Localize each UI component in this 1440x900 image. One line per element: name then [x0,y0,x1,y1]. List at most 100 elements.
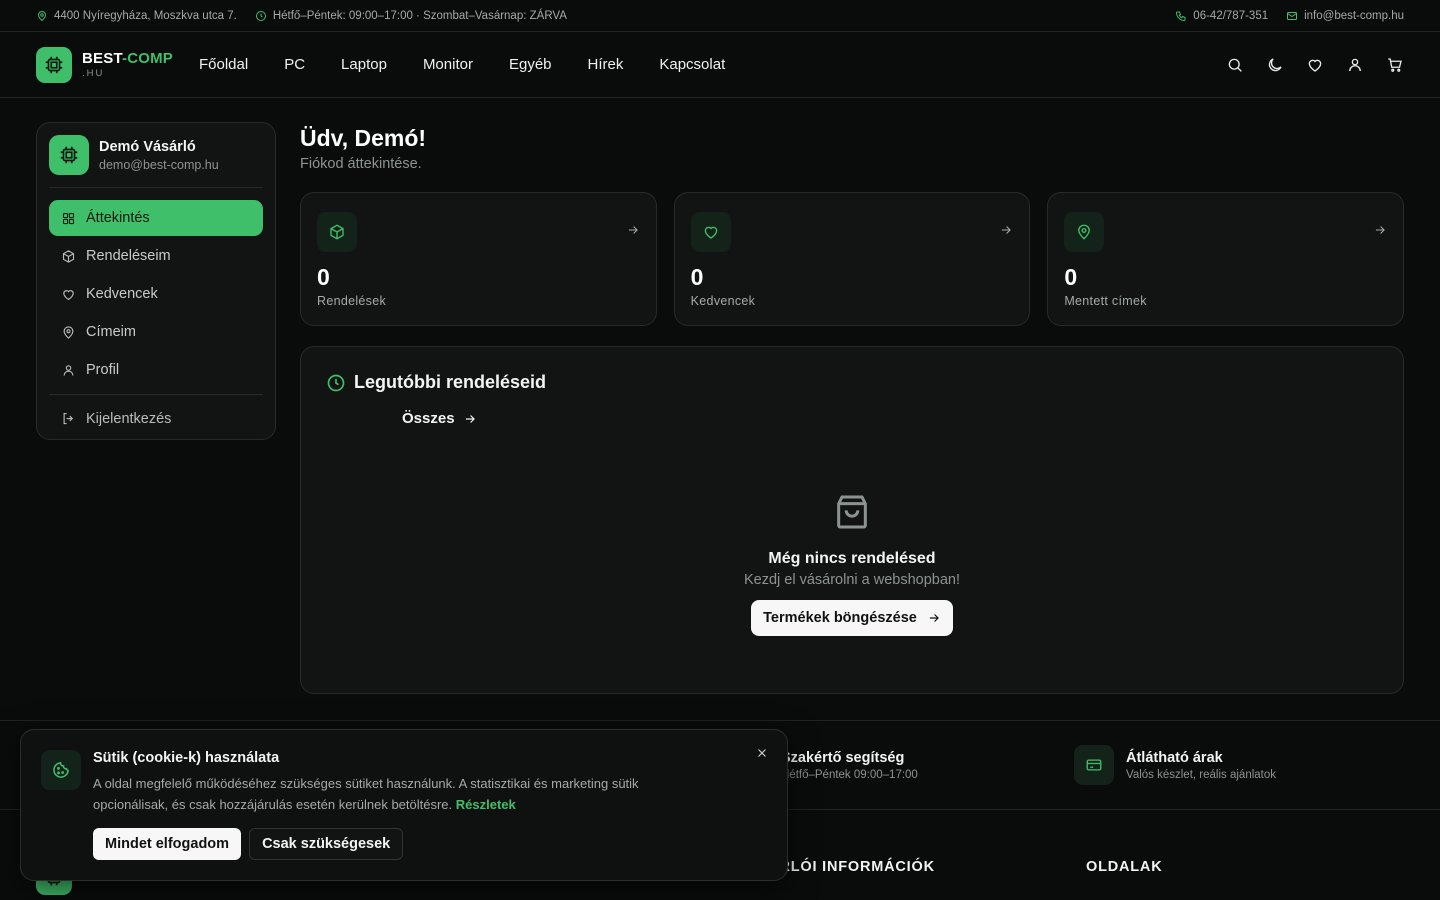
site-logo[interactable]: BEST-COMP .HU [36,46,173,83]
brand-name-b: COMP [127,49,173,67]
sidebar-item-favorites[interactable]: Kedvencek [49,276,263,312]
map-pin-icon [36,10,48,22]
sidebar-item-label: Áttekintés [86,210,150,226]
clock-icon [326,373,346,393]
nav-item-news[interactable]: Hírek [588,56,624,73]
credit-card-icon [1074,745,1114,785]
stat-value: 0 [317,264,330,290]
stat-value: 0 [1064,264,1078,290]
heart-icon[interactable] [1306,56,1324,74]
account-main: Üdv, Demó! Fiókod áttekintése. 0 Rendelé… [300,122,1405,694]
sidebar-item-profile[interactable]: Profil [49,352,263,388]
stat-card-orders[interactable]: 0 Rendelések [300,192,657,326]
logout-button[interactable]: Kijelentkezés [49,394,263,436]
arrow-right-icon [1373,223,1387,237]
user-email: demo@best-comp.hu [99,157,219,172]
nav-item-other[interactable]: Egyéb [509,56,552,73]
cookie-title: Sütik (cookie-k) használata [93,750,280,766]
cookie-text: A oldal megfelelő működéséhez szükséges … [93,776,639,812]
chip-icon [36,46,72,83]
mail-icon [1286,10,1298,22]
browse-products-button[interactable]: Termékek böngészése [751,600,953,636]
nav-item-laptop[interactable]: Laptop [341,56,387,73]
shopping-bag-icon [832,492,872,532]
feature-subtitle: Valós készlet, reális ajánlatok [1126,768,1276,781]
address-text: 4400 Nyíregyháza, Moszkva utca 7. [54,9,237,22]
stats-row: 0 Rendelések 0 Kedvencek 0 Mentett címek [300,192,1405,326]
recent-orders-header: Legutóbbi rendeléseid [326,372,1378,393]
page-title: Üdv, Demó! [300,125,427,151]
close-icon[interactable] [755,746,769,760]
stat-label: Rendelések [317,294,387,308]
sidebar-item-label: Rendeléseim [86,248,171,264]
sidebar-item-overview[interactable]: Áttekintés [49,200,263,236]
nav-item-contact[interactable]: Kapcsolat [659,56,725,73]
feature-subtitle: Hétfő–Péntek 09:00–17:00 [781,768,918,781]
stat-card-addresses[interactable]: 0 Mentett címek [1047,192,1405,326]
email-text: info@best-comp.hu [1304,9,1404,22]
phone-link[interactable]: 06-42/787-351 [1175,10,1268,22]
arrow-right-icon [999,223,1013,237]
recent-orders-title: Legutóbbi rendeléseid [354,372,547,392]
sidebar-item-label: Kedvencek [86,286,158,302]
page-subtitle: Fiókod áttekintése. [300,156,422,172]
feature-title: Szakértő segítség [781,749,905,766]
package-icon [317,212,357,252]
sidebar-menu: Áttekintés Rendeléseim Kedvencek Címeim … [49,200,263,436]
user-icon[interactable] [1346,56,1364,74]
sidebar-item-addresses[interactable]: Címeim [49,314,263,350]
heart-icon [690,212,731,252]
logout-icon [61,411,76,426]
brand-name-a: BEST [82,49,122,67]
cookie-details-link[interactable]: Részletek [456,797,516,812]
feature-transparent-prices: Átlátható árak Valós készlet, reális ajá… [1074,745,1276,785]
avatar [49,135,89,175]
stat-card-favorites[interactable]: 0 Kedvencek [673,192,1031,326]
user-name: Demó Vásárló [99,138,196,155]
main-nav: Főoldal PC Laptop Monitor Egyéb Hírek Ka… [199,56,725,73]
account-sidebar: Demó Vásárló demo@best-comp.hu Áttekinté… [36,122,276,440]
stat-value: 0 [690,264,704,290]
grid-icon [61,211,76,226]
arrow-right-icon [927,611,941,625]
phone-text: 06-42/787-351 [1193,9,1269,22]
cookie-icon [41,750,81,790]
hours-text: Hétfő–Péntek: 09:00–17:00 · Szombat–Vasá… [272,9,567,22]
footer-col-pages-title: OLDALAK [1086,859,1163,875]
package-icon [61,249,76,264]
address-info: 4400 Nyíregyháza, Moszkva utca 7. [36,10,237,22]
all-orders-link[interactable]: Összes [402,410,477,427]
stat-label: Kedvencek [690,294,756,308]
map-pin-icon [61,325,76,340]
cookie-description: A oldal megfelelő működéséhez szükséges … [93,773,703,815]
phone-icon [1175,10,1187,22]
email-link[interactable]: info@best-comp.hu [1286,10,1404,22]
nav-item-monitor[interactable]: Monitor [423,56,473,73]
hours-info: Hétfő–Péntek: 09:00–17:00 · Szombat–Vasá… [255,10,567,22]
nav-item-pc[interactable]: PC [284,56,305,73]
necessary-only-button[interactable]: Csak szükségesek [249,828,404,860]
map-pin-icon [1064,212,1105,252]
moon-icon[interactable] [1266,56,1284,74]
cookie-actions: Mindet elfogadom Csak szükségesek [93,828,767,860]
all-orders-label: Összes [402,410,455,427]
sidebar-item-label: Címeim [86,324,136,340]
stat-label: Mentett címek [1064,294,1147,308]
accept-all-button[interactable]: Mindet elfogadom [93,828,242,860]
main-header: BEST-COMP .HU Főoldal PC Laptop Monitor … [0,32,1440,98]
sidebar-item-orders[interactable]: Rendeléseim [49,238,263,274]
sidebar-item-label: Profil [86,362,120,378]
empty-state: Még nincs rendelésed Kezdj el vásárolni … [301,492,1403,636]
logout-label: Kijelentkezés [86,410,172,427]
feature-title: Átlátható árak [1126,749,1223,766]
brand-tld: .HU [82,67,105,79]
empty-title: Még nincs rendelésed [768,550,936,567]
cart-icon[interactable] [1386,56,1404,74]
clock-icon [255,10,267,22]
browse-products-label: Termékek böngészése [763,610,917,626]
heart-icon [61,287,76,302]
arrow-right-icon [463,412,477,426]
recent-orders-panel: Legutóbbi rendeléseid Összes Még nincs r… [300,346,1404,694]
search-icon[interactable] [1226,56,1244,74]
nav-item-home[interactable]: Főoldal [199,56,248,73]
